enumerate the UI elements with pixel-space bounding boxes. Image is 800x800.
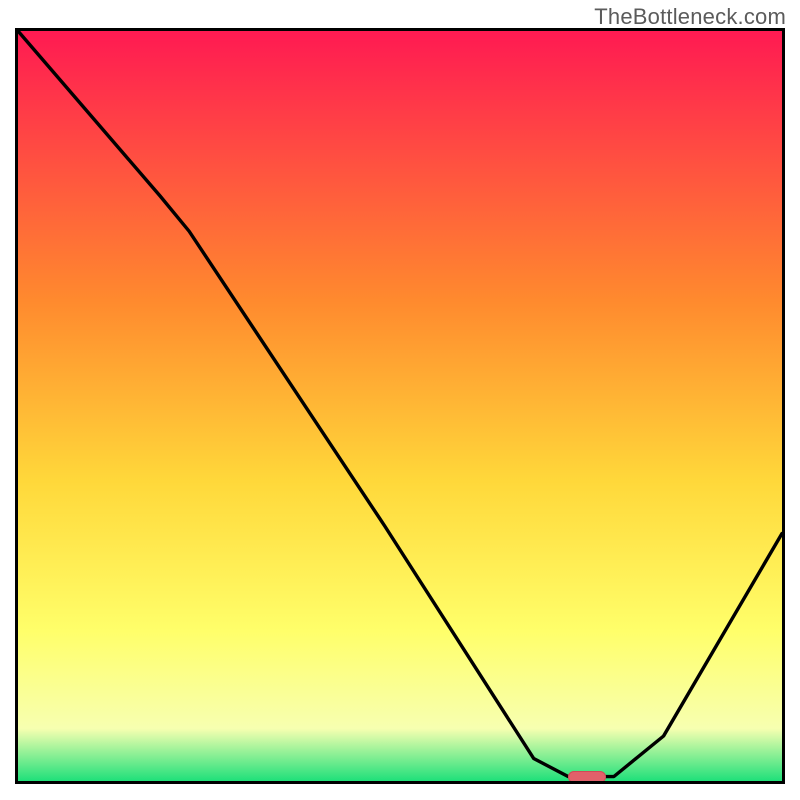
plot-area: [15, 28, 785, 784]
chart-container: TheBottleneck.com: [0, 0, 800, 800]
bottleneck-curve: [18, 31, 782, 777]
watermark-text: TheBottleneck.com: [594, 4, 786, 30]
optimal-marker: [568, 771, 606, 783]
curve-layer: [18, 31, 782, 781]
